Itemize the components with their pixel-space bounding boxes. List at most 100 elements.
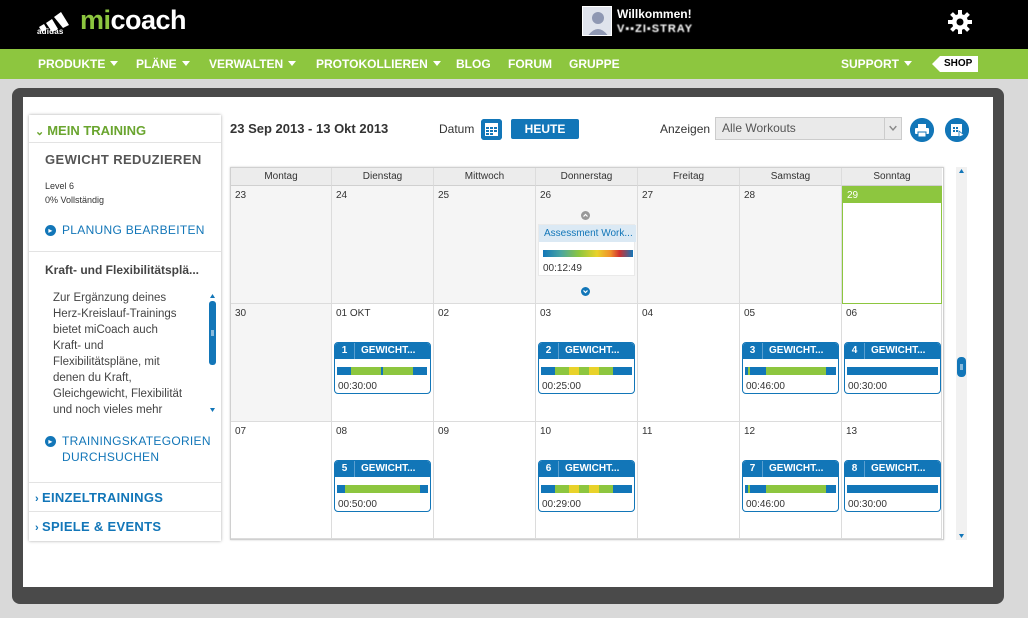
calendar-day-cell[interactable]: 07: [231, 422, 332, 539]
workout-number: 6: [539, 461, 559, 477]
text-line: und noch vieles mehr: [53, 404, 163, 416]
workout-filter-select[interactable]: Alle Workouts: [715, 117, 902, 140]
workout-number: 1: [335, 343, 355, 359]
intensity-segment: [826, 367, 836, 375]
strength-plans-title: Kraft- und Flexibilitätsplä...: [45, 263, 200, 277]
day-number: 30: [235, 308, 247, 319]
calendar-day-cell[interactable]: 12 7 GEWICHT... 00:46:00: [740, 422, 842, 539]
calendar-day-cell[interactable]: 02: [434, 304, 536, 422]
day-number: 26: [540, 190, 552, 201]
calendar-day-cell[interactable]: 13 8 GEWICHT... 00:30:00: [842, 422, 942, 539]
nav-gruppe[interactable]: GRUPPE: [569, 49, 620, 79]
intensity-bar: [847, 367, 938, 375]
calendar-day-cell[interactable]: 26 Assessment Work... 00:12:49: [536, 186, 638, 304]
browse-categories-link-line2[interactable]: DURCHSUCHEN: [62, 450, 159, 464]
calendar-day-cell[interactable]: 29: [842, 186, 942, 304]
workout-duration: 00:30:00: [848, 499, 887, 510]
calendar-scrollbar[interactable]: [956, 167, 967, 540]
workout-card[interactable]: 2 GEWICHT... 00:25:00: [538, 342, 635, 394]
calendar-icon[interactable]: [481, 119, 502, 140]
calendar-day-cell[interactable]: 03 2 GEWICHT... 00:25:00: [536, 304, 638, 422]
workout-card[interactable]: 6 GEWICHT... 00:29:00: [538, 460, 635, 512]
nav-forum[interactable]: FORUM: [508, 49, 552, 79]
nav-support[interactable]: SUPPORT: [841, 49, 913, 79]
nav-produkte[interactable]: PRODUKTE: [38, 49, 119, 79]
intensity-segment: [579, 367, 589, 375]
calendar-day-cell[interactable]: 27: [638, 186, 740, 304]
section-mein-training[interactable]: ⌄ MEIN TRAINING: [35, 123, 146, 138]
today-button[interactable]: HEUTE: [511, 119, 579, 139]
strength-plans-text: Zur Ergänzung deines Herz-Kreislauf-Trai…: [53, 290, 223, 418]
calendar-day-cell[interactable]: 04: [638, 304, 740, 422]
workout-title: GEWICHT...: [871, 463, 926, 474]
intensity-segment: [569, 367, 579, 375]
plan-progress: 0% Vollständig: [45, 195, 105, 205]
nav-protokollieren[interactable]: PROTOKOLLIEREN: [316, 49, 441, 79]
edit-plan-link[interactable]: ▸ PLANUNG BEARBEITEN: [45, 223, 205, 237]
chevron-up-icon[interactable]: [581, 207, 590, 220]
intensity-segment: [415, 367, 427, 375]
nav-label: FORUM: [508, 57, 552, 71]
nav-plaene[interactable]: PLÄNE: [136, 49, 190, 79]
workout-card[interactable]: 8 GEWICHT... 00:30:00: [844, 460, 941, 512]
chevron-down-icon[interactable]: [884, 118, 901, 139]
calendar-day-cell[interactable]: 30: [231, 304, 332, 422]
micoach-logo[interactable]: micoach: [80, 5, 187, 36]
nav-label: SUPPORT: [841, 57, 900, 71]
intensity-bar: [337, 485, 428, 493]
export-icon[interactable]: [945, 118, 969, 142]
section-spiele-events[interactable]: › SPIELE & EVENTS: [35, 519, 161, 534]
intensity-segment: [613, 367, 632, 375]
calendar-day-cell[interactable]: 28: [740, 186, 842, 304]
text-line: Gleichgewicht, Flexibilität: [53, 388, 183, 400]
day-number: 11: [642, 426, 653, 437]
workout-number: 4: [845, 343, 865, 359]
divider: [29, 251, 221, 252]
browse-categories-link[interactable]: ▸ TRAININGSKATEGORIEN: [45, 434, 211, 448]
workout-title: GEWICHT...: [769, 345, 824, 356]
intensity-bar: [847, 485, 938, 493]
day-number: 01 OKT: [336, 308, 371, 319]
section-einzeltrainings[interactable]: › EINZELTRAININGS: [35, 490, 163, 505]
calendar-day-cell[interactable]: 08 5 GEWICHT... 00:50:00: [332, 422, 434, 539]
day-number: 28: [744, 190, 756, 201]
chevron-down-icon: [432, 61, 441, 66]
username[interactable]: V▪▪ZI▪STRAY: [617, 23, 693, 35]
workout-card[interactable]: 5 GEWICHT... 00:50:00: [334, 460, 431, 512]
section-title: MEIN TRAINING: [47, 123, 147, 138]
assessment-workout-card[interactable]: Assessment Work... 00:12:49: [538, 224, 636, 276]
workout-title: GEWICHT...: [565, 463, 620, 474]
nav-label: PRODUKTE: [38, 57, 106, 71]
calendar-day-cell[interactable]: 25: [434, 186, 536, 304]
nav-verwalten[interactable]: VERWALTEN: [209, 49, 297, 79]
intensity-segment: [589, 485, 599, 493]
calendar-day-cell[interactable]: 23: [231, 186, 332, 304]
arrow-right-icon: ▸: [45, 225, 56, 236]
avatar[interactable]: [582, 6, 612, 36]
day-number: 23: [235, 190, 247, 201]
workout-card[interactable]: 3 GEWICHT... 00:46:00: [742, 342, 839, 394]
intensity-segment: [589, 367, 599, 375]
calendar-day-cell[interactable]: 01 OKT 1 GEWICHT... 00:30:00: [332, 304, 434, 422]
workout-duration: 00:29:00: [542, 499, 581, 510]
workout-header: 2 GEWICHT...: [539, 343, 634, 359]
calendar-day-cell[interactable]: 24: [332, 186, 434, 304]
workout-card[interactable]: 1 GEWICHT... 00:30:00: [334, 342, 431, 394]
workout-header: 1 GEWICHT...: [335, 343, 430, 359]
workout-title: Assessment Work...: [539, 225, 636, 242]
calendar-day-cell[interactable]: 05 3 GEWICHT... 00:46:00: [740, 304, 842, 422]
shop-button[interactable]: SHOP: [932, 56, 978, 72]
calendar-day-cell[interactable]: 10 6 GEWICHT... 00:29:00: [536, 422, 638, 539]
sidebar-scrollbar[interactable]: [207, 291, 218, 415]
calendar-day-cell[interactable]: 06 4 GEWICHT... 00:30:00: [842, 304, 942, 422]
link-label: TRAININGSKATEGORIEN: [62, 434, 211, 448]
chevron-down-icon[interactable]: [581, 283, 590, 296]
workout-card[interactable]: 7 GEWICHT... 00:46:00: [742, 460, 839, 512]
calendar-day-cell[interactable]: 11: [638, 422, 740, 539]
print-icon[interactable]: [910, 118, 934, 142]
calendar-day-cell[interactable]: 09: [434, 422, 536, 539]
gear-icon[interactable]: [947, 9, 973, 35]
nav-blog[interactable]: BLOG: [456, 49, 491, 79]
show-label: Anzeigen: [660, 122, 711, 136]
workout-card[interactable]: 4 GEWICHT... 00:30:00: [844, 342, 941, 394]
